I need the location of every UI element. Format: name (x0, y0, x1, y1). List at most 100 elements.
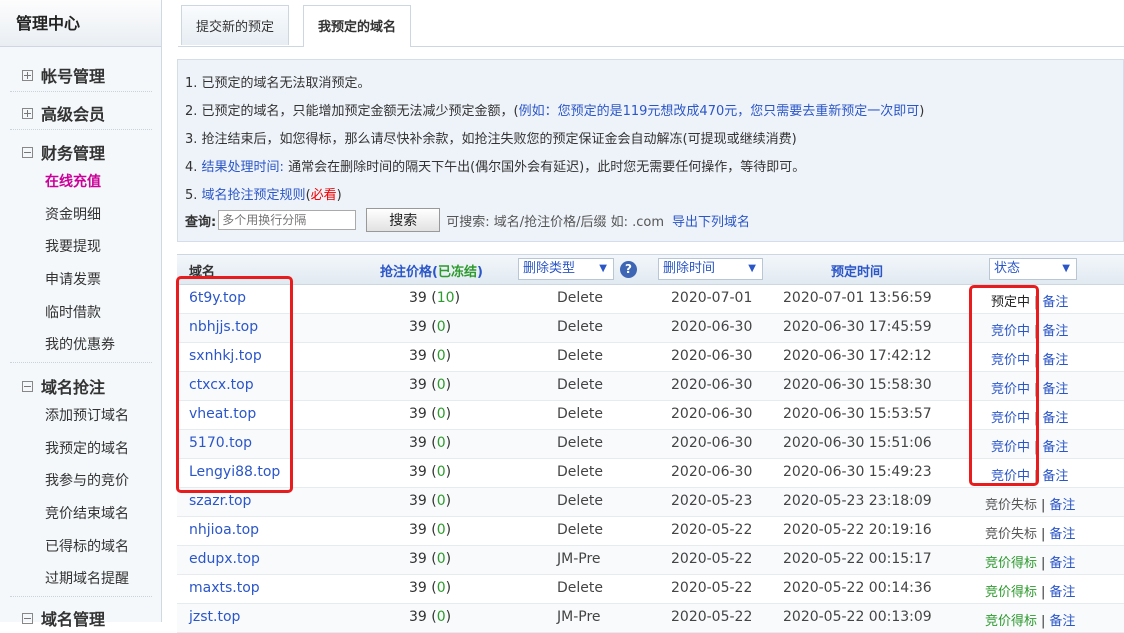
status-badge: 竞价中 (991, 411, 1031, 426)
delete-type-dropdown[interactable]: 删除类型 ▼ (518, 258, 614, 280)
sidebar-item-won-domains[interactable]: 已得标的域名 (45, 536, 129, 556)
table-header: 域名 抢注价格(已冻结) 删除类型 ▼ ? 删除时间 ▼ 预定时间 状态 ▼ (177, 254, 1124, 285)
delete-type-cell: Delete (557, 406, 603, 422)
note-link[interactable]: 备注 (1049, 585, 1075, 600)
domain-link[interactable]: maxts.top (189, 580, 260, 596)
delete-time-cell: 2020-06-30 (671, 435, 753, 451)
status-badge: 竞价失标 (985, 498, 1038, 513)
price-cell: 39 (0) (409, 580, 452, 596)
status-cell: 竞价中 | 备注 (991, 436, 1068, 455)
reserve-time-cell: 2020-05-22 20:19:16 (783, 522, 932, 538)
sidebar-item-my-reserved[interactable]: 我预定的域名 (45, 438, 129, 458)
separator: | (1034, 440, 1039, 455)
domain-link[interactable]: szazr.top (189, 493, 251, 509)
reserve-time-cell: 2020-06-30 17:45:59 (783, 319, 932, 335)
tab-my-reserved[interactable]: 我预定的域名 (303, 5, 412, 47)
domain-link[interactable]: 6t9y.top (189, 290, 246, 306)
col-domain: 域名 (189, 265, 216, 280)
note-link[interactable]: 备注 (1049, 527, 1075, 542)
search-input[interactable] (218, 210, 357, 230)
status-badge: 竞价中 (991, 324, 1031, 339)
reserve-time-cell: 2020-06-30 15:51:06 (783, 435, 932, 451)
domain-link[interactable]: jzst.top (189, 609, 240, 625)
table-row: nhjioa.top 39 (0) Delete 2020-05-22 2020-05-… (177, 517, 1124, 546)
note-link[interactable]: 备注 (1049, 498, 1075, 513)
col-price[interactable]: 抢注价格(已冻结) (380, 261, 483, 280)
domain-link[interactable]: 5170.top (189, 435, 252, 451)
sidebar-item-funds[interactable]: 资金明细 (45, 204, 101, 224)
sidebar-group-finance[interactable]: 财务管理 (22, 140, 105, 164)
status-badge: 竞价中 (991, 382, 1031, 397)
status-cell: 竞价得标 | 备注 (985, 581, 1075, 600)
domain-link[interactable]: sxnhkj.top (189, 348, 262, 364)
sidebar-item-ended-auctions[interactable]: 竞价结束域名 (45, 503, 129, 523)
price-cell: 39 (0) (409, 377, 452, 393)
export-link[interactable]: 导出下列域名 (672, 211, 750, 230)
sidebar-group-vip[interactable]: 高级会员 (22, 101, 105, 125)
status-cell: 竞价得标 | 备注 (985, 610, 1075, 629)
search-label: 查询: (185, 214, 217, 230)
note-link[interactable]: 备注 (1042, 353, 1068, 368)
separator: | (1041, 556, 1046, 571)
separator: | (1041, 498, 1046, 513)
delete-type-cell: JM-Pre (557, 609, 601, 625)
search-button[interactable]: 搜索 (366, 208, 441, 232)
sidebar-item-expiry-reminder[interactable]: 过期域名提醒 (45, 568, 129, 588)
chevron-down-icon: ▼ (1062, 263, 1070, 274)
separator: | (1034, 469, 1039, 484)
note-link[interactable]: 备注 (1042, 440, 1068, 455)
sidebar-item-coupons[interactable]: 我的优惠券 (45, 334, 115, 354)
expand-icon (22, 69, 33, 81)
delete-type-cell: Delete (557, 493, 603, 509)
sidebar-group-backorder[interactable]: 域名抢注 (22, 374, 105, 398)
note-link[interactable]: 备注 (1042, 324, 1068, 339)
status-badge: 竞价中 (991, 353, 1031, 368)
divider (10, 596, 152, 597)
sidebar-item-loan[interactable]: 临时借款 (45, 302, 101, 322)
sidebar-group-account[interactable]: 帐号管理 (22, 63, 105, 87)
notice-5: 5. 域名抢注预定规则(必看) (185, 188, 342, 203)
price-cell: 39 (0) (409, 522, 452, 538)
reserve-time-cell: 2020-05-23 23:18:09 (783, 493, 932, 509)
delete-time-cell: 2020-06-30 (671, 319, 753, 335)
status-badge: 竞价中 (991, 469, 1031, 484)
delete-time-dropdown[interactable]: 删除时间 ▼ (658, 258, 763, 280)
sidebar-item-add-reservation[interactable]: 添加预订域名 (45, 405, 129, 425)
delete-type-cell: Delete (557, 464, 603, 480)
sidebar-title: 管理中心 (0, 0, 161, 47)
status-cell: 竞价中 | 备注 (991, 320, 1068, 339)
domain-link[interactable]: ctxcx.top (189, 377, 254, 393)
domain-link[interactable]: vheat.top (189, 406, 256, 422)
domain-link[interactable]: Lengyi88.top (189, 464, 280, 480)
help-icon[interactable]: ? (620, 261, 637, 278)
domain-link[interactable]: edupx.top (189, 551, 260, 567)
note-link[interactable]: 备注 (1049, 556, 1075, 571)
sidebar-item-recharge[interactable]: 在线充值 (45, 171, 101, 191)
tab-submit-new[interactable]: 提交新的预定 (181, 5, 290, 45)
search-hint: 可搜索: 域名/抢注价格/后缀 如: .com (446, 214, 665, 230)
sidebar-item-withdraw[interactable]: 我要提现 (45, 236, 101, 256)
delete-time-cell: 2020-05-22 (671, 551, 753, 567)
sidebar-item-invoice[interactable]: 申请发票 (45, 269, 101, 289)
note-link[interactable]: 备注 (1042, 295, 1068, 310)
status-dropdown[interactable]: 状态 ▼ (989, 258, 1077, 280)
col-reserve-time[interactable]: 预定时间 (831, 261, 883, 280)
rules-link[interactable]: 域名抢注预定规则 (202, 188, 306, 203)
sidebar: 管理中心 帐号管理 高级会员 财务管理 在线充值 资金明细 我要提现 申请发票 … (0, 0, 162, 629)
status-badge: 竞价失标 (985, 527, 1038, 542)
domain-link[interactable]: nbhjjs.top (189, 319, 258, 335)
note-link[interactable]: 备注 (1042, 382, 1068, 397)
separator: | (1034, 411, 1039, 426)
note-link[interactable]: 备注 (1042, 411, 1068, 426)
delete-time-cell: 2020-06-30 (671, 464, 753, 480)
sidebar-item-my-bids[interactable]: 我参与的竞价 (45, 470, 129, 490)
note-link[interactable]: 备注 (1042, 469, 1068, 484)
chevron-down-icon: ▼ (748, 263, 756, 274)
status-cell: 竞价中 | 备注 (991, 349, 1068, 368)
collapse-icon (22, 146, 33, 158)
sidebar-group-domain-management[interactable]: 域名管理 (22, 606, 105, 630)
delete-type-cell: Delete (557, 435, 603, 451)
table-row: jzst.top 39 (0) JM-Pre 2020-05-22 2020-05-22… (177, 604, 1124, 633)
separator: | (1034, 324, 1039, 339)
domain-link[interactable]: nhjioa.top (189, 522, 259, 538)
